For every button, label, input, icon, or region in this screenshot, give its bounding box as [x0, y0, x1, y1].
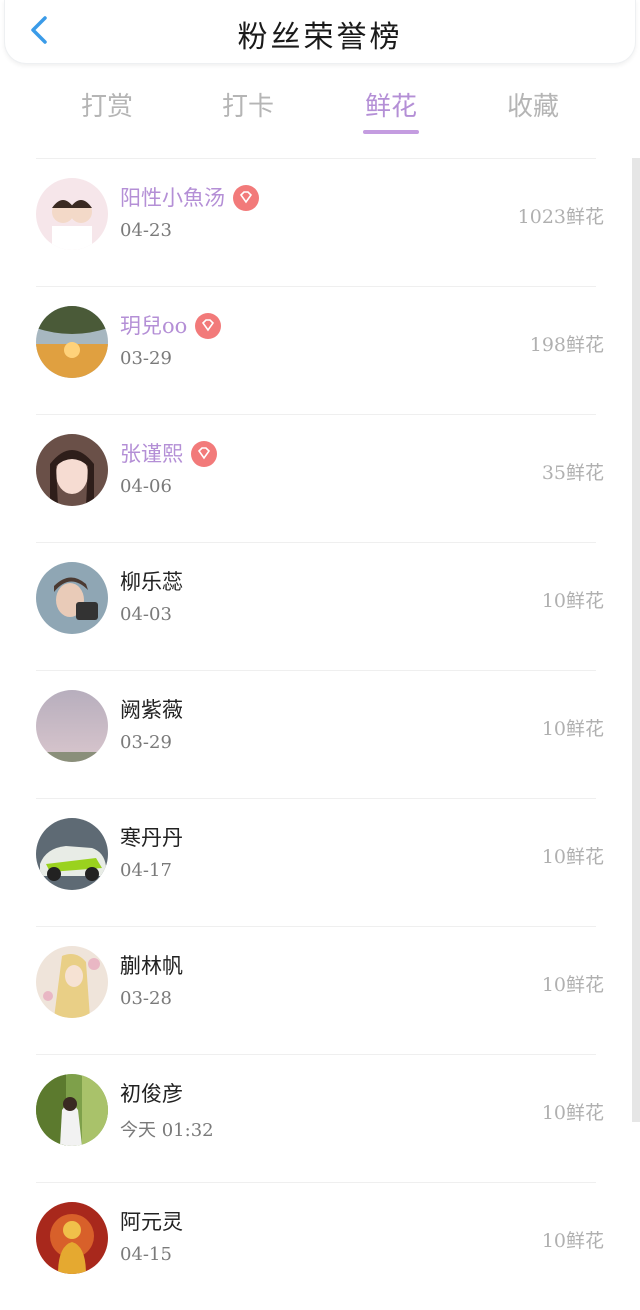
list-item[interactable]: 初俊彦 今天 01:32 10鲜花: [0, 1054, 632, 1182]
scrollbar[interactable]: [632, 158, 640, 1122]
avatar[interactable]: [36, 690, 108, 762]
active-tab-indicator: [363, 130, 419, 134]
fan-date: 03-28: [120, 988, 172, 1009]
fan-date: 03-29: [120, 348, 172, 369]
avatar[interactable]: [36, 562, 108, 634]
divider: [36, 670, 596, 671]
list-item[interactable]: 阙紫薇 03-29 10鲜花: [0, 670, 632, 798]
flower-count: 10鲜花: [541, 974, 604, 996]
diamond-badge-icon: [195, 312, 222, 339]
list-item[interactable]: 玥兒oo 03-29 198鲜花: [0, 286, 632, 414]
list-item[interactable]: 寒丹丹 04-17 10鲜花: [0, 798, 632, 926]
fan-name-text: 柳乐蕊: [120, 570, 183, 594]
fan-name: 阳性小魚汤: [120, 182, 259, 213]
fan-name: 蒯林帆: [120, 950, 183, 980]
list-item[interactable]: 阳性小魚汤 04-23 1023鲜花: [0, 158, 632, 286]
top-bar: 粉丝荣誉榜: [4, 0, 636, 64]
fan-name: 初俊彦: [120, 1078, 183, 1108]
divider: [36, 1182, 596, 1183]
list-item[interactable]: 蒯林帆 03-28 10鲜花: [0, 926, 632, 1054]
fan-name-text: 蒯林帆: [120, 954, 183, 978]
flower-count: 10鲜花: [541, 1230, 604, 1252]
fan-name-text: 阳性小魚汤: [120, 186, 225, 210]
fan-name: 玥兒oo: [120, 310, 222, 341]
divider: [36, 158, 596, 159]
divider: [36, 542, 596, 543]
tab-checkin[interactable]: 打卡: [203, 86, 293, 123]
divider: [36, 798, 596, 799]
fan-name: 寒丹丹: [120, 822, 183, 852]
fan-name-text: 初俊彦: [120, 1082, 183, 1106]
fan-date: 04-15: [120, 1244, 172, 1265]
fan-list: 阳性小魚汤 04-23 1023鲜花 玥兒oo 03-29 198鲜花 张谨熙: [0, 158, 632, 1310]
fan-name-text: 阿元灵: [120, 1210, 183, 1234]
diamond-badge-icon: [233, 184, 259, 211]
fan-name-text: 阙紫薇: [120, 698, 183, 722]
avatar[interactable]: [36, 178, 108, 250]
fan-name: 阿元灵: [120, 1206, 183, 1236]
fan-date: 03-29: [120, 732, 172, 753]
flower-count: 10鲜花: [541, 1102, 604, 1124]
diamond-badge-icon: [191, 440, 217, 467]
fan-name: 柳乐蕊: [120, 566, 183, 596]
tab-flowers[interactable]: 鲜花: [346, 86, 436, 123]
avatar[interactable]: [36, 946, 108, 1018]
divider: [36, 286, 596, 287]
avatar[interactable]: [36, 306, 108, 378]
tab-tips[interactable]: 打赏: [62, 86, 152, 123]
divider: [36, 1054, 596, 1055]
fan-name: 阙紫薇: [120, 694, 183, 724]
fan-name-text: 寒丹丹: [120, 826, 183, 850]
tab-bar: 打赏 打卡 鲜花 收藏: [0, 78, 640, 138]
tab-favorites[interactable]: 收藏: [488, 86, 578, 123]
avatar[interactable]: [36, 1074, 108, 1146]
flower-count: 10鲜花: [541, 590, 604, 612]
list-item[interactable]: 张谨熙 04-06 35鲜花: [0, 414, 632, 542]
fan-date: 今天 01:32: [120, 1120, 214, 1141]
flower-count: 10鲜花: [541, 846, 604, 868]
fan-name: 张谨熙: [120, 438, 217, 469]
list-item[interactable]: 阿元灵 04-15 10鲜花: [0, 1182, 632, 1310]
fan-date: 04-23: [120, 220, 172, 241]
avatar[interactable]: [36, 434, 108, 506]
fan-date: 04-06: [120, 476, 172, 497]
page-title: 粉丝荣誉榜: [237, 20, 403, 55]
fan-name-text: 玥兒oo: [120, 314, 188, 338]
divider: [36, 926, 596, 927]
avatar[interactable]: [36, 1202, 108, 1274]
list-item[interactable]: 柳乐蕊 04-03 10鲜花: [0, 542, 632, 670]
divider: [36, 414, 596, 415]
fan-date: 04-03: [120, 604, 172, 625]
flower-count: 198鲜花: [529, 334, 604, 356]
avatar[interactable]: [36, 818, 108, 890]
flower-count: 35鲜花: [541, 462, 604, 484]
flower-count: 10鲜花: [541, 718, 604, 740]
fan-date: 04-17: [120, 860, 172, 881]
flower-count: 1023鲜花: [517, 206, 604, 228]
fan-name-text: 张谨熙: [120, 442, 183, 466]
